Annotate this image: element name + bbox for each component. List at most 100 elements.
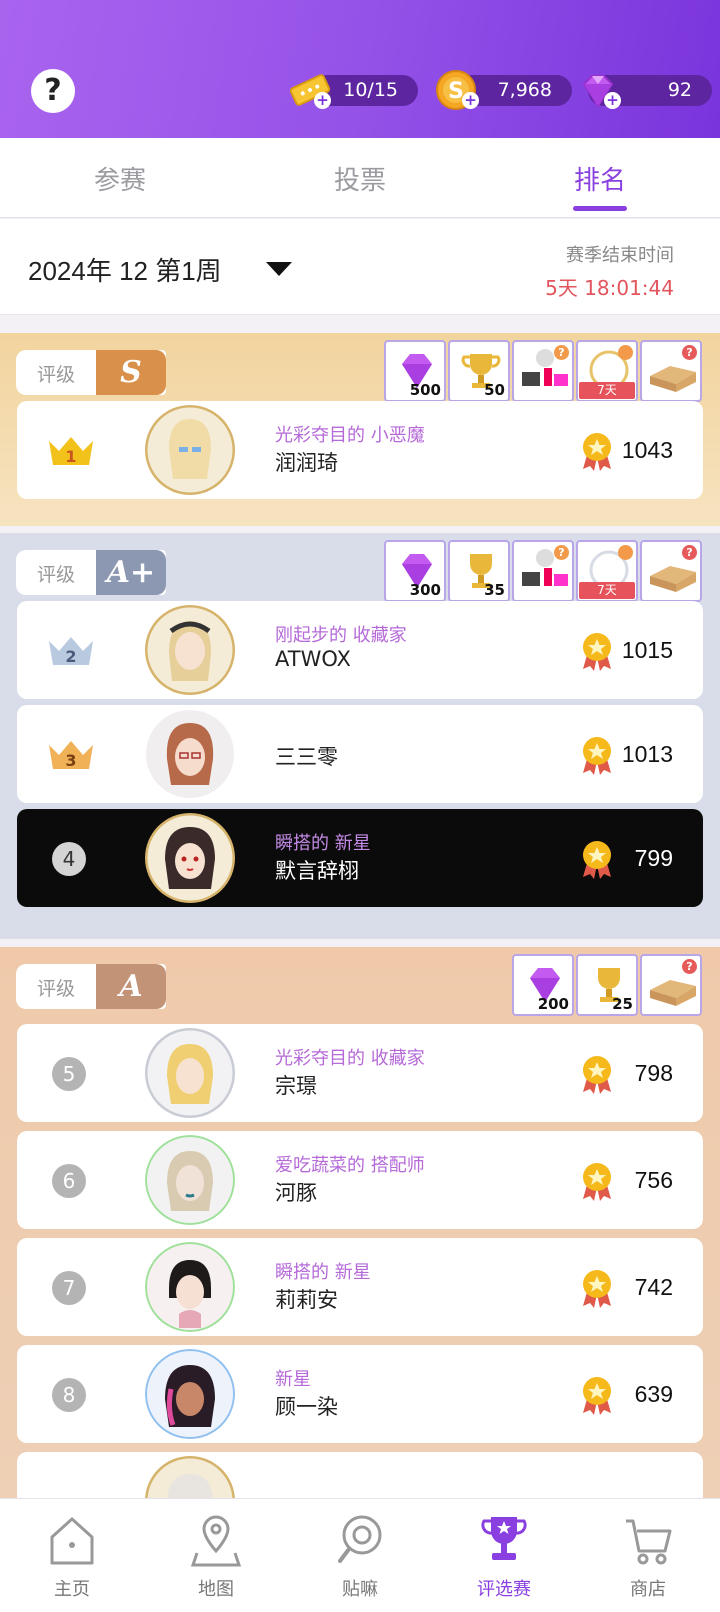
duration-badge: 7天 (579, 582, 635, 599)
rank-number: 7 (52, 1271, 86, 1305)
avatar[interactable] (145, 1242, 235, 1332)
map-pin-icon (191, 1515, 241, 1567)
player-title: 瞬搭的 新星 (275, 833, 371, 854)
ranking-row-current-user[interactable]: 4 瞬搭的 新星 默言辞栩 799 (17, 809, 703, 907)
svg-text:1: 1 (65, 447, 76, 466)
ranking-row[interactable]: 6 爱吃蔬菜的 搭配师 河豚 756 (17, 1131, 703, 1229)
ranking-row[interactable]: 3 三三零 1013 (17, 705, 703, 803)
add-gems-button[interactable]: + (604, 92, 621, 109)
player-score: 1015 (621, 637, 673, 663)
player-name: 莉莉安 (275, 1288, 338, 1312)
reward-qty: 300 (409, 581, 441, 599)
medal-icon (583, 1270, 611, 1308)
player-name: 润润琦 (275, 451, 338, 475)
player-title: 光彩夺目的 小恶魔 (275, 425, 425, 446)
avatar[interactable] (145, 1028, 235, 1118)
ranking-row[interactable]: 7 瞬搭的 新星 莉莉安 742 (17, 1238, 703, 1336)
gold-crown-icon: 1 (49, 437, 93, 466)
reward-makeup-set[interactable]: ? (512, 540, 574, 602)
nav-contest[interactable]: 评选赛 (432, 1499, 576, 1612)
rank-number: 6 (52, 1164, 86, 1198)
reward-mystery-box[interactable]: ? (640, 340, 702, 402)
tier-a-plus-badge: 评级 A+ (16, 550, 166, 595)
silver-crown-icon: 2 (49, 637, 93, 666)
medal-icon (583, 633, 611, 671)
tab-vote[interactable]: 投票 (300, 160, 420, 197)
ranking-row[interactable]: 5 光彩夺目的 收藏家 宗璟 798 (17, 1024, 703, 1122)
reward-mystery-box[interactable]: ? (640, 954, 702, 1016)
ranking-row[interactable]: 1 光彩夺目的 小恶魔 润润琦 1043 (17, 401, 703, 499)
nav-map[interactable]: 地图 (144, 1499, 288, 1612)
week-selector-row: 2024年 12 第1周 赛季结束时间 5天 18:01:44 (0, 219, 720, 315)
reward-frame[interactable]: 7天 (576, 540, 638, 602)
nav-label: 商店 (630, 1579, 666, 1600)
player-title: 刚起步的 收藏家 (275, 625, 407, 646)
home-icon (50, 1517, 94, 1565)
tier-a-plus-section: 评级 A+ 300 35 ? 7天 ? 2 刚起步的 收藏家 ATWOX 101… (0, 533, 720, 939)
reward-trophy[interactable]: 50 (448, 340, 510, 402)
reward-trophy[interactable]: 25 (576, 954, 638, 1016)
active-tab-indicator (573, 206, 627, 211)
medal-icon (583, 1056, 611, 1094)
reward-qty: 500 (409, 381, 441, 399)
svg-text:2: 2 (65, 647, 76, 666)
tier-letter: A+ (96, 550, 166, 595)
shopping-cart-icon (626, 1519, 672, 1565)
week-selector[interactable]: 2024年 12 第1周 (28, 251, 222, 288)
tab-ranking[interactable]: 排名 (540, 160, 660, 197)
rank-number: 8 (52, 1378, 86, 1412)
player-name: 三三零 (275, 745, 338, 769)
reward-frame[interactable]: 7天 (576, 340, 638, 402)
bottom-nav: 主页 地图 贴嘛 评选赛 商店 (0, 1498, 720, 1612)
avatar[interactable] (145, 1349, 235, 1439)
nav-home[interactable]: 主页 (0, 1499, 144, 1612)
add-tickets-button[interactable]: + (314, 92, 331, 109)
avatar[interactable] (145, 605, 235, 695)
nav-label: 地图 (198, 1579, 234, 1600)
nav-shop[interactable]: 商店 (576, 1499, 720, 1612)
avatar[interactable] (145, 405, 235, 495)
reward-gem[interactable]: 500 (384, 340, 446, 402)
ranking-row[interactable]: 2 刚起步的 收藏家 ATWOX 1015 (17, 601, 703, 699)
rank-number: 4 (52, 842, 86, 876)
ranking-row[interactable]: 8 新星 顾一染 639 (17, 1345, 703, 1443)
reward-gem[interactable]: 200 (512, 954, 574, 1016)
svg-text:3: 3 (65, 751, 76, 770)
avatar[interactable] (145, 1135, 235, 1225)
tier-letter: A (96, 964, 166, 1009)
player-name: ATWOX (275, 647, 351, 671)
add-coins-button[interactable]: + (462, 92, 479, 109)
person-badge-icon (618, 345, 633, 360)
info-badge: ? (682, 345, 697, 360)
player-score: 742 (634, 1274, 673, 1300)
reward-makeup-set[interactable]: ? (512, 340, 574, 402)
avatar[interactable] (145, 709, 235, 799)
season-end-label: 赛季结束时间 (566, 245, 674, 266)
tier-a-badge: 评级 A (16, 964, 166, 1009)
player-title: 爱吃蔬菜的 搭配师 (275, 1155, 425, 1176)
help-button[interactable]: ? (31, 69, 75, 113)
reward-gem[interactable]: 300 (384, 540, 446, 602)
info-badge: ? (682, 545, 697, 560)
tab-bar: 参赛 投票 排名 (0, 138, 720, 218)
player-score: 1013 (621, 741, 673, 767)
tab-enter[interactable]: 参赛 (60, 160, 180, 197)
reward-trophy[interactable]: 35 (448, 540, 510, 602)
medal-icon (583, 737, 611, 775)
player-name: 河豚 (275, 1181, 317, 1205)
nav-label: 评选赛 (477, 1579, 531, 1600)
tier-letter: S (96, 350, 166, 395)
player-score: 798 (634, 1060, 673, 1086)
tier-s-badge: 评级 S (16, 350, 166, 395)
info-badge: ? (554, 345, 569, 360)
reward-mystery-box[interactable]: ? (640, 540, 702, 602)
player-score: 799 (634, 845, 673, 871)
tier-label: 评级 (37, 564, 76, 586)
avatar[interactable] (145, 813, 235, 903)
player-name: 宗璟 (275, 1074, 317, 1098)
tier-label: 评级 (37, 978, 76, 1000)
nav-posts[interactable]: 贴嘛 (288, 1499, 432, 1612)
chevron-down-icon[interactable] (266, 262, 292, 276)
bronze-crown-icon: 3 (49, 741, 93, 770)
player-title: 光彩夺目的 收藏家 (275, 1048, 425, 1069)
